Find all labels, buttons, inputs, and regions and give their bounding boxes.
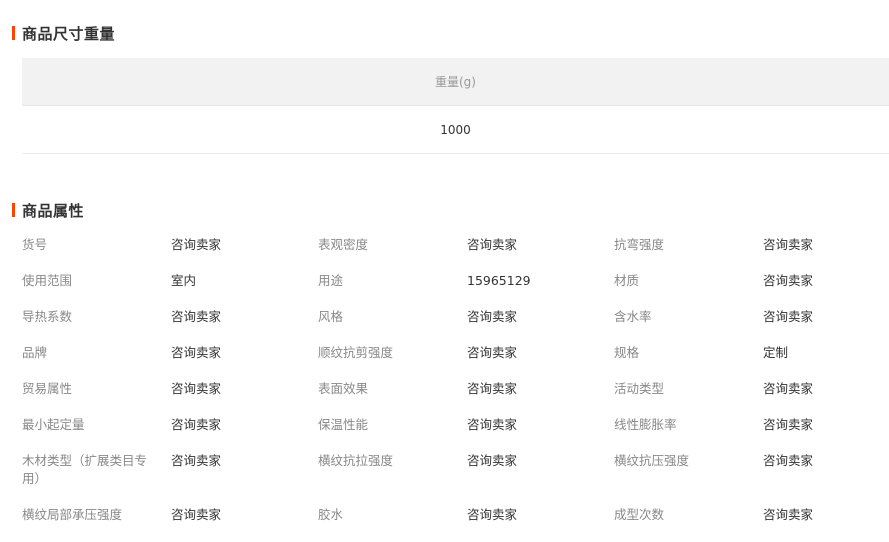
attribute-pair: 活动类型 咨询卖家 (614, 380, 889, 398)
attribute-value: 咨询卖家 (171, 507, 222, 522)
attribute-row: 横纹局部承压强度 咨询卖家 胶水 咨询卖家 成型次数 咨询卖家 (22, 506, 889, 542)
attribute-label: 规格 (614, 345, 640, 360)
attribute-label: 材质 (614, 273, 640, 288)
attribute-label: 用途 (318, 273, 344, 288)
attribute-pair: 风格 咨询卖家 (318, 308, 614, 326)
attribute-label: 横纹抗压强度 (614, 453, 690, 468)
attribute-pair: 使用范围 室内 (22, 272, 318, 290)
attribute-value: 咨询卖家 (763, 237, 814, 252)
size-weight-title-text: 商品尺寸重量 (22, 24, 116, 43)
attribute-value: 咨询卖家 (467, 381, 518, 396)
attribute-pair: 木材类型（扩展类目专用） 咨询卖家 (22, 452, 318, 488)
attribute-label: 横纹抗拉强度 (318, 453, 394, 468)
attribute-label: 最小起定量 (22, 417, 85, 432)
attribute-pair: 顺纹抗剪强度 咨询卖家 (318, 344, 614, 362)
attribute-label: 线性膨胀率 (614, 417, 677, 432)
attribute-label: 木材类型（扩展类目专用） (22, 453, 148, 486)
product-attributes-grid: 货号 咨询卖家 表观密度 咨询卖家 抗弯强度 咨询卖家 使用范围 室内 用途 15965129 材质… (22, 236, 889, 542)
attribute-pair: 含水率 咨询卖家 (614, 308, 889, 326)
attribute-value: 咨询卖家 (467, 237, 518, 252)
attribute-pair: 用途 15965129 (318, 272, 614, 290)
attribute-value: 咨询卖家 (171, 345, 222, 360)
attribute-label: 活动类型 (614, 381, 665, 396)
attribute-pair: 保温性能 咨询卖家 (318, 416, 614, 434)
attribute-pair: 横纹抗压强度 咨询卖家 (614, 452, 889, 470)
attribute-row: 最小起定量 咨询卖家 保温性能 咨询卖家 线性膨胀率 咨询卖家 (22, 416, 889, 452)
attribute-row: 货号 咨询卖家 表观密度 咨询卖家 抗弯强度 咨询卖家 (22, 236, 889, 272)
attribute-pair: 横纹抗拉强度 咨询卖家 (318, 452, 614, 470)
weight-value-cell: 1000 (22, 106, 889, 154)
attribute-value: 定制 (763, 345, 789, 360)
accent-bar (12, 203, 15, 217)
attribute-value: 咨询卖家 (763, 507, 814, 522)
attribute-label: 抗弯强度 (614, 237, 665, 252)
attribute-value: 咨询卖家 (763, 453, 814, 468)
product-attributes-section-title: 商品属性 (12, 201, 85, 220)
attribute-label: 横纹局部承压强度 (22, 507, 123, 522)
attribute-row: 木材类型（扩展类目专用） 咨询卖家 横纹抗拉强度 咨询卖家 横纹抗压强度 咨询卖家 (22, 452, 889, 506)
attribute-label: 胶水 (318, 507, 344, 522)
attribute-label: 贸易属性 (22, 381, 73, 396)
attribute-row: 使用范围 室内 用途 15965129 材质 咨询卖家 (22, 272, 889, 308)
attribute-row: 品牌 咨询卖家 顺纹抗剪强度 咨询卖家 规格 定制 (22, 344, 889, 380)
attribute-pair: 成型次数 咨询卖家 (614, 506, 889, 524)
attribute-value: 咨询卖家 (467, 417, 518, 432)
attribute-pair: 最小起定量 咨询卖家 (22, 416, 318, 434)
attribute-label: 使用范围 (22, 273, 73, 288)
attribute-value: 咨询卖家 (467, 453, 518, 468)
attribute-pair: 表面效果 咨询卖家 (318, 380, 614, 398)
attribute-value: 咨询卖家 (467, 507, 518, 522)
attribute-value: 咨询卖家 (171, 309, 222, 324)
attribute-label: 表面效果 (318, 381, 369, 396)
attribute-value: 咨询卖家 (763, 273, 814, 288)
attribute-value: 咨询卖家 (171, 453, 222, 468)
attribute-label: 含水率 (614, 309, 652, 324)
attribute-value: 咨询卖家 (171, 381, 222, 396)
attribute-label: 表观密度 (318, 237, 369, 252)
attribute-value: 15965129 (467, 273, 531, 288)
attribute-label: 货号 (22, 237, 48, 252)
product-attributes-title-text: 商品属性 (22, 201, 85, 220)
attribute-value: 咨询卖家 (763, 417, 814, 432)
attribute-label: 风格 (318, 309, 344, 324)
attribute-value: 咨询卖家 (763, 381, 814, 396)
attribute-pair: 胶水 咨询卖家 (318, 506, 614, 524)
accent-bar (12, 26, 15, 40)
attribute-value: 咨询卖家 (171, 237, 222, 252)
attribute-pair: 横纹局部承压强度 咨询卖家 (22, 506, 318, 524)
attribute-pair: 品牌 咨询卖家 (22, 344, 318, 362)
attribute-row: 贸易属性 咨询卖家 表面效果 咨询卖家 活动类型 咨询卖家 (22, 380, 889, 416)
size-weight-table: 重量(g) 1000 (22, 58, 889, 154)
attribute-label: 保温性能 (318, 417, 369, 432)
attribute-pair: 材质 咨询卖家 (614, 272, 889, 290)
attribute-value: 咨询卖家 (171, 417, 222, 432)
attribute-label: 顺纹抗剪强度 (318, 345, 394, 360)
attribute-pair: 线性膨胀率 咨询卖家 (614, 416, 889, 434)
attribute-pair: 贸易属性 咨询卖家 (22, 380, 318, 398)
attribute-value: 咨询卖家 (763, 309, 814, 324)
attribute-label: 导热系数 (22, 309, 73, 324)
attribute-label: 品牌 (22, 345, 48, 360)
attribute-value: 咨询卖家 (467, 345, 518, 360)
attribute-pair: 表观密度 咨询卖家 (318, 236, 614, 254)
attribute-pair: 规格 定制 (614, 344, 889, 362)
size-weight-section-title: 商品尺寸重量 (12, 24, 116, 43)
attribute-row: 导热系数 咨询卖家 风格 咨询卖家 含水率 咨询卖家 (22, 308, 889, 344)
attribute-pair: 抗弯强度 咨询卖家 (614, 236, 889, 254)
weight-column-header: 重量(g) (22, 58, 889, 106)
attribute-pair: 导热系数 咨询卖家 (22, 308, 318, 326)
attribute-label: 成型次数 (614, 507, 665, 522)
attribute-value: 咨询卖家 (467, 309, 518, 324)
attribute-pair: 货号 咨询卖家 (22, 236, 318, 254)
attribute-value: 室内 (171, 273, 197, 288)
